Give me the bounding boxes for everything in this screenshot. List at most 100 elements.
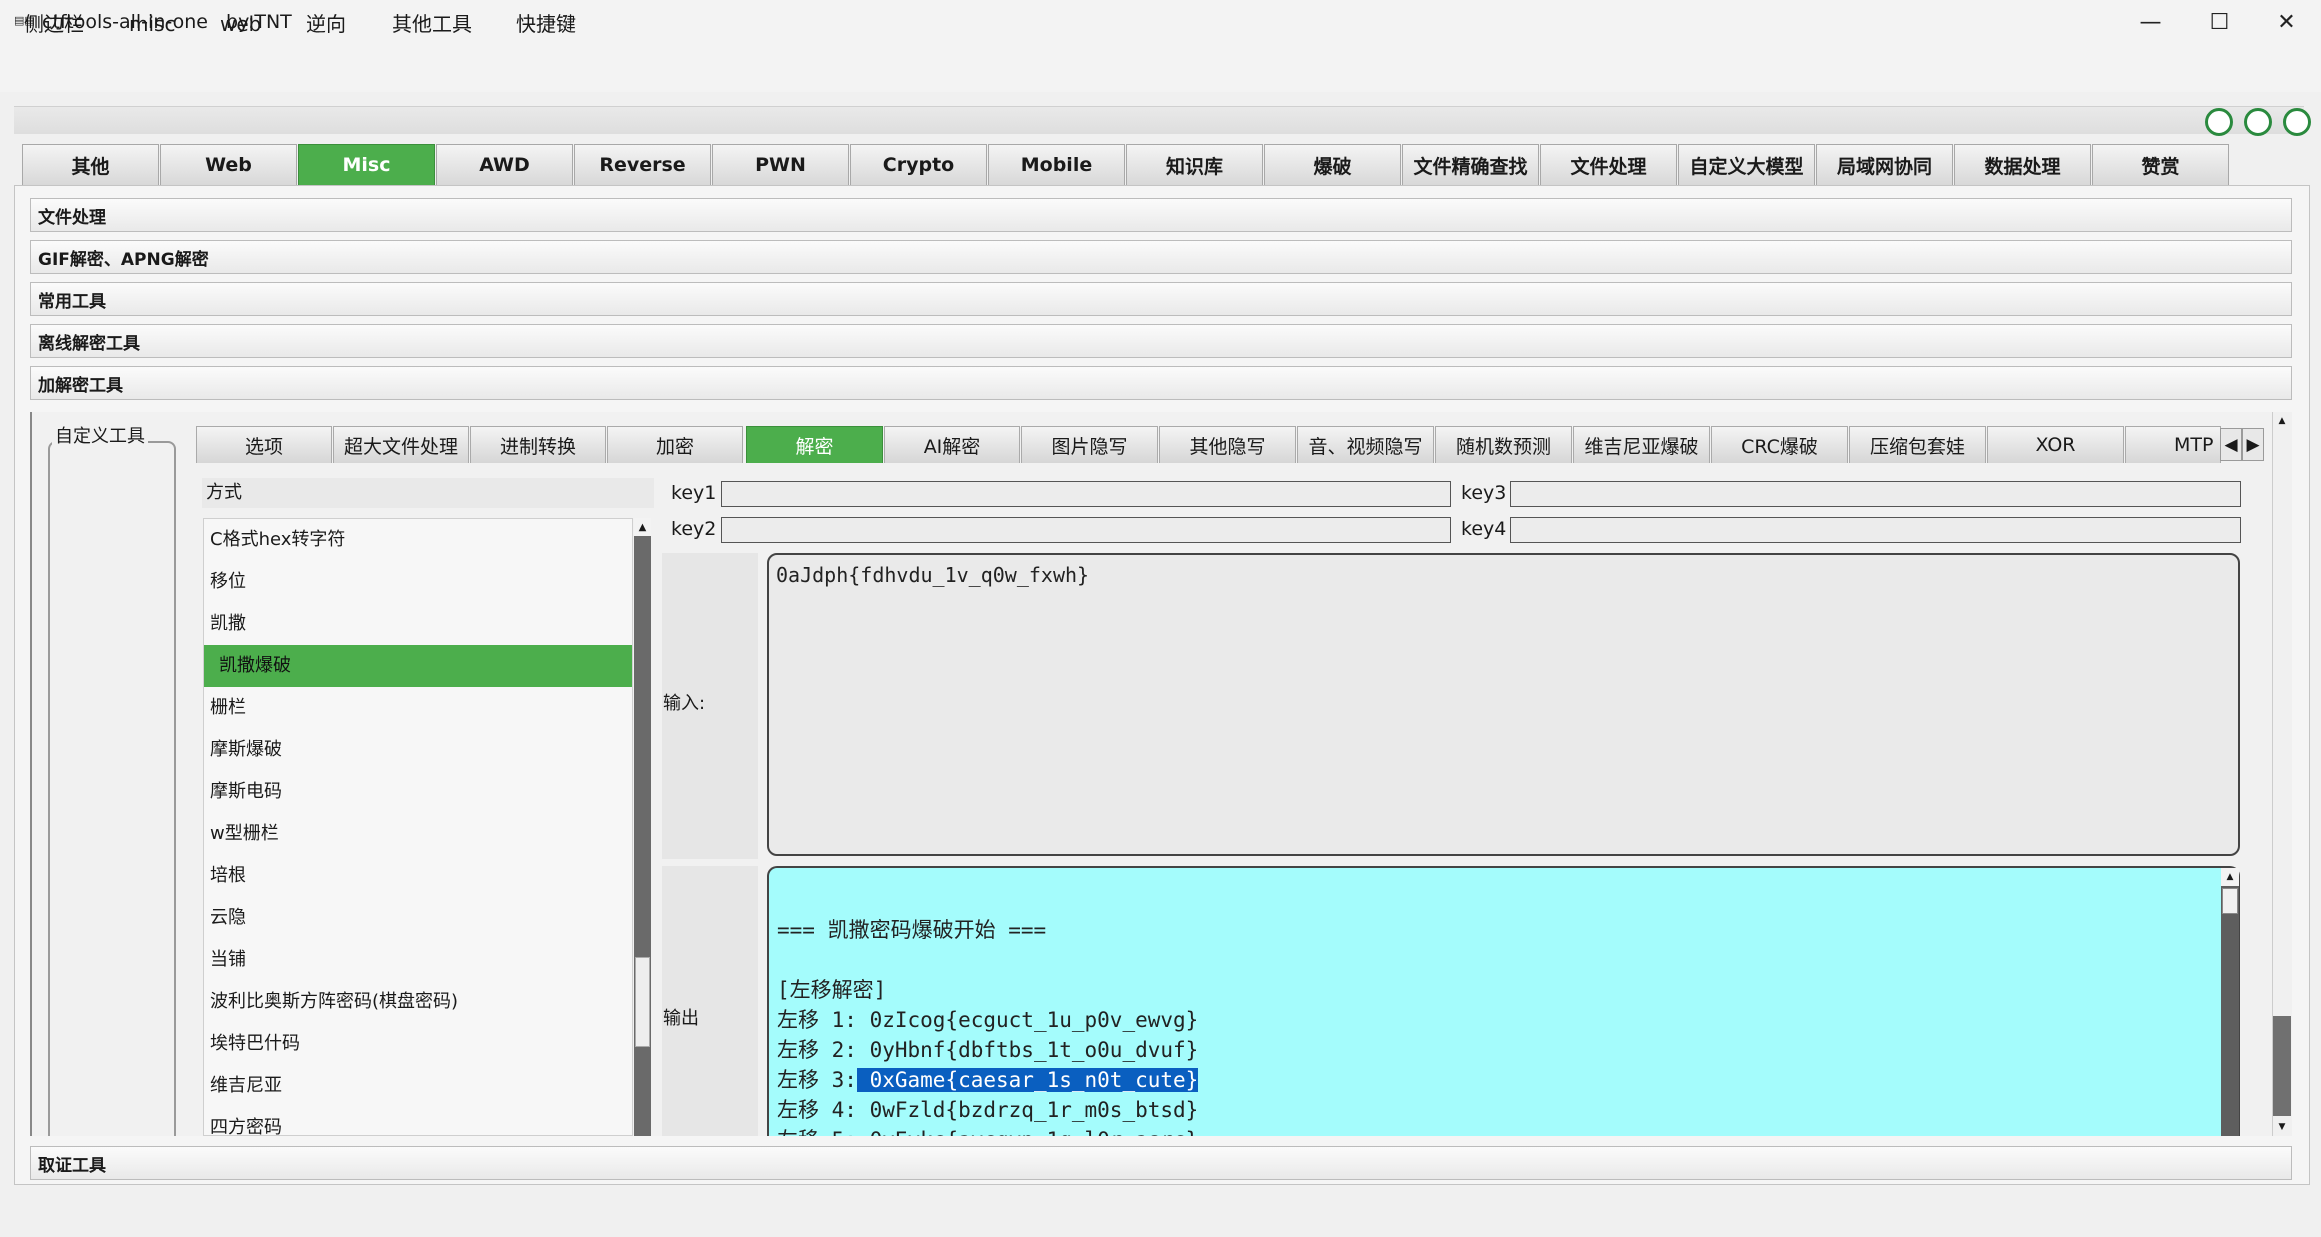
output-line: 左移 5: 0vEykc{aycqyp_1q_l0r_asrc} [777,1125,1198,1136]
method-item[interactable]: 培根 [204,855,632,897]
custom-tools-group [48,441,176,1136]
close-button[interactable]: ✕ [2252,0,2321,44]
menu-other-tools[interactable]: 其他工具 [392,10,472,38]
panel-scroll-thumb[interactable] [2273,1016,2291,1116]
method-item-selected[interactable]: 凯撒爆破 [204,645,632,687]
method-list-scroll-thumb[interactable] [635,957,650,1047]
tab-misc[interactable]: Misc [298,144,435,185]
inner-tab-random-predict[interactable]: 随机数预测 [1435,426,1572,463]
inner-tab-crc-brute[interactable]: CRC爆破 [1711,426,1848,463]
output-label-area [662,866,758,1136]
tab-lan-collab[interactable]: 局域网协同 [1816,144,1953,185]
input-label: 输入: [663,693,706,714]
key1-label: key1 [671,482,717,504]
inner-tab-image-stego[interactable]: 图片隐写 [1021,426,1158,463]
method-item[interactable]: 摩斯爆破 [204,729,632,771]
output-line-prefix: 左移 5: [777,1128,870,1136]
key4-input[interactable] [1510,517,2241,543]
tab-awd[interactable]: AWD [436,144,573,185]
method-item[interactable]: 当铺 [204,939,632,981]
output-selection: 0xGame{caesar_1s_n0t_cute} [856,1068,1199,1092]
method-item[interactable]: 凯撒 [204,603,632,645]
inner-tab-av-stego[interactable]: 音、视频隐写 [1297,426,1434,463]
method-label: 方式 [202,478,654,508]
tab-crypto[interactable]: Crypto [850,144,987,185]
inner-tab-ai-decrypt[interactable]: AI解密 [884,426,1020,463]
circle-button-3[interactable] [2283,108,2311,136]
inner-tab-decrypt[interactable]: 解密 [746,426,883,463]
output-line-value: 0yHbnf{dbftbs_1t_o0u_dvuf} [869,1038,1199,1062]
method-item[interactable]: w型栅栏 [204,813,632,855]
tab-other[interactable]: 其他 [22,144,159,185]
key3-label: key3 [1461,482,1507,504]
section-file-processing[interactable]: 文件处理 [30,198,2292,232]
inner-tab-xor[interactable]: XOR [1987,426,2124,463]
menu-shortcuts[interactable]: 快捷键 [516,10,576,38]
menu-misc[interactable]: misc [129,10,175,38]
inner-tab-vigenere-brute[interactable]: 维吉尼亚爆破 [1573,426,1710,463]
inner-tab-base-convert[interactable]: 进制转换 [470,426,606,463]
inner-tab-nested-archive[interactable]: 压缩包套娃 [1849,426,1986,463]
tab-donate[interactable]: 赞赏 [2092,144,2229,185]
output-line: 左移 1: 0zIcog{ecguct_1u_p0v_ewvg} [777,1005,1198,1035]
tab-file-search[interactable]: 文件精确查找 [1402,144,1539,185]
tab-knowledge-base[interactable]: 知识库 [1126,144,1263,185]
output-textarea[interactable]: === 凯撒密码爆破开始 === [左移解密] 左移 1: 0zIcog{ecg… [767,866,2240,1136]
output-line-prefix: 左移 2: [777,1038,870,1062]
custom-tools-label: 自定义工具 [52,425,148,449]
output-line-value: 0vEykc{aycqyp_1q_l0r_asrc} [870,1128,1199,1136]
scroll-down-arrow-icon[interactable]: ▼ [2273,1118,2291,1136]
output-scroll-thumb[interactable] [2222,888,2238,914]
menu-web[interactable]: web [220,10,261,38]
minimize-button[interactable]: — [2116,0,2185,44]
method-item[interactable]: 栅栏 [204,687,632,729]
inner-tab-other-stego[interactable]: 其他隐写 [1159,426,1296,463]
maximize-button[interactable]: ☐ [2185,0,2254,44]
method-item[interactable]: C格式hex转字符 [204,519,632,561]
method-list: C格式hex转字符 移位 凯撒 凯撒爆破 栅栏 摩斯爆破 摩斯电码 w型栅栏 培… [203,518,633,1136]
tab-file-processing[interactable]: 文件处理 [1540,144,1677,185]
method-item[interactable]: 摩斯电码 [204,771,632,813]
section-offline-decrypt[interactable]: 离线解密工具 [30,324,2292,358]
section-gif-apng[interactable]: GIF解密、APNG解密 [30,240,2292,274]
output-label: 输出 [663,1008,699,1029]
key1-input[interactable] [721,481,1451,507]
input-textarea[interactable]: 0aJdph{fdhvdu_1v_q0w_fxwh} [767,553,2240,856]
method-item[interactable]: 移位 [204,561,632,603]
tab-reverse[interactable]: Reverse [574,144,711,185]
key3-input[interactable] [1510,481,2241,507]
section-common-tools[interactable]: 常用工具 [30,282,2292,316]
menu-bar [0,44,2321,92]
method-item[interactable]: 四方密码 [204,1107,632,1135]
tab-brute-force[interactable]: 爆破 [1264,144,1401,185]
tab-custom-llm[interactable]: 自定义大模型 [1678,144,1815,185]
circle-button-1[interactable] [2205,108,2233,136]
output-line-value: 0wFzld{bzdrzq_1r_m0s_btsd} [869,1098,1199,1122]
method-item[interactable]: 维吉尼亚 [204,1065,632,1107]
inner-tab-encrypt[interactable]: 加密 [607,426,743,463]
output-line-prefix: 左移 3: [777,1068,857,1092]
tab-data-processing[interactable]: 数据处理 [1954,144,2091,185]
method-item[interactable]: 云隐 [204,897,632,939]
tab-mobile[interactable]: Mobile [988,144,1125,185]
scroll-up-arrow-icon[interactable]: ▲ [2273,412,2291,430]
inner-tab-mtp[interactable]: MTP [2125,426,2221,463]
tab-scroll-right-icon[interactable]: ▶ [2242,428,2264,461]
scroll-up-arrow-icon[interactable]: ▲ [2221,868,2239,886]
menu-reverse[interactable]: 逆向 [306,10,346,38]
inner-tab-large-file[interactable]: 超大文件处理 [333,426,469,463]
key2-input[interactable] [721,517,1451,543]
tab-scroll-left-icon[interactable]: ◀ [2220,428,2242,461]
method-item[interactable]: 埃特巴什码 [204,1023,632,1065]
circle-button-2[interactable] [2244,108,2272,136]
key2-label: key2 [671,518,717,540]
tab-pwn[interactable]: PWN [712,144,849,185]
tab-web[interactable]: Web [160,144,297,185]
section-crypto-tools[interactable]: 加解密工具 [30,366,2292,400]
inner-tab-options[interactable]: 选项 [196,426,332,463]
output-line-prefix: 左移 4: [777,1098,870,1122]
menu-sidebar[interactable]: 侧边栏 [24,10,84,38]
method-item[interactable]: 波利比奥斯方阵密码(棋盘密码) [204,981,632,1023]
section-forensics-tools[interactable]: 取证工具 [30,1146,2292,1180]
scroll-up-arrow-icon[interactable]: ▲ [634,518,651,536]
